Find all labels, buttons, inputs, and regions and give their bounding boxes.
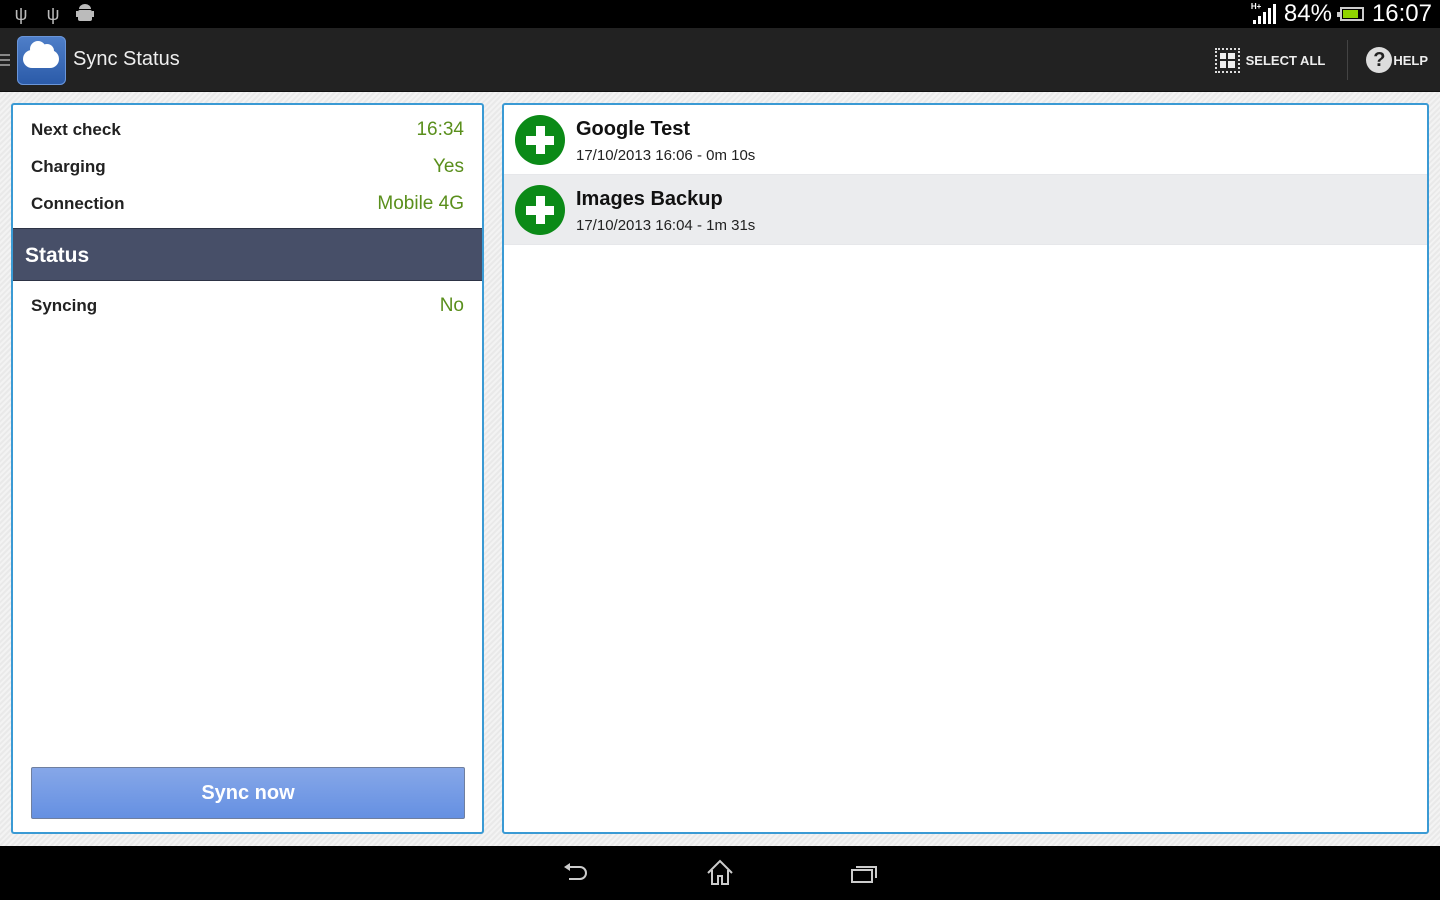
android-icon <box>76 3 94 25</box>
help-icon: ? <box>1366 47 1393 73</box>
usb-debug-icon: ψ <box>46 4 60 24</box>
recent-apps-icon <box>851 866 877 883</box>
usb-icon: ψ <box>14 4 28 24</box>
syncing-value: No <box>439 294 464 316</box>
action-bar: Sync Status SELECT ALL ? HELP <box>0 28 1440 92</box>
job-detail: 17/10/2013 16:04 - 1m 31s <box>576 217 756 234</box>
back-icon <box>564 863 587 880</box>
list-item[interactable]: Google Test 17/10/2013 16:06 - 0m 10s <box>504 105 1427 175</box>
system-navigation-bar <box>0 846 1440 900</box>
connection-label: Connection <box>31 193 125 213</box>
menu-icon[interactable] <box>0 54 10 69</box>
clock: 16:07 <box>1371 0 1432 27</box>
help-button[interactable]: ? HELP <box>1362 47 1432 73</box>
job-detail: 17/10/2013 16:06 - 0m 10s <box>576 147 756 164</box>
charging-row: Charging Yes <box>13 148 482 185</box>
page-title: Sync Status <box>73 48 180 70</box>
system-status-bar: ψ ψ H+ 84% 16:07 <box>0 0 1440 28</box>
list-item[interactable]: Images Backup 17/10/2013 16:04 - 1m 31s <box>504 175 1427 245</box>
signal-strength-icon: H+ <box>1250 2 1276 24</box>
syncing-label: Syncing <box>31 295 98 315</box>
home-button[interactable] <box>700 858 740 888</box>
charging-label: Charging <box>31 156 106 176</box>
battery-icon <box>1336 7 1364 21</box>
sync-info-panel: Next check 16:34 Charging Yes Connection… <box>11 103 484 834</box>
sync-now-button[interactable]: Sync now <box>31 767 465 819</box>
network-type-label: H+ <box>1250 2 1262 11</box>
battery-percent: 84% <box>1283 0 1332 27</box>
connection-value: Mobile 4G <box>377 192 464 214</box>
help-label: HELP <box>1393 52 1428 68</box>
job-name: Images Backup <box>576 188 723 210</box>
add-circle-icon <box>515 115 565 165</box>
sync-jobs-list: Google Test 17/10/2013 16:06 - 0m 10s Im… <box>502 103 1429 834</box>
charging-value: Yes <box>433 155 464 177</box>
back-button[interactable] <box>558 858 598 888</box>
add-circle-icon <box>515 185 565 235</box>
next-check-row: Next check 16:34 <box>13 111 482 148</box>
syncing-row: Syncing No <box>13 287 482 324</box>
divider <box>1347 40 1349 80</box>
app-logo-icon[interactable] <box>17 36 66 85</box>
next-check-value: 16:34 <box>416 118 464 140</box>
next-check-label: Next check <box>31 119 121 139</box>
content-area: Next check 16:34 Charging Yes Connection… <box>0 92 1440 846</box>
connection-row: Connection Mobile 4G <box>13 185 482 222</box>
select-all-button[interactable]: SELECT ALL <box>1211 47 1330 73</box>
status-section-header: Status <box>13 228 482 281</box>
select-all-icon <box>1214 47 1240 73</box>
job-name: Google Test <box>576 118 691 140</box>
home-icon <box>707 859 733 885</box>
recent-apps-button[interactable] <box>844 858 884 888</box>
select-all-label: SELECT ALL <box>1245 52 1326 68</box>
